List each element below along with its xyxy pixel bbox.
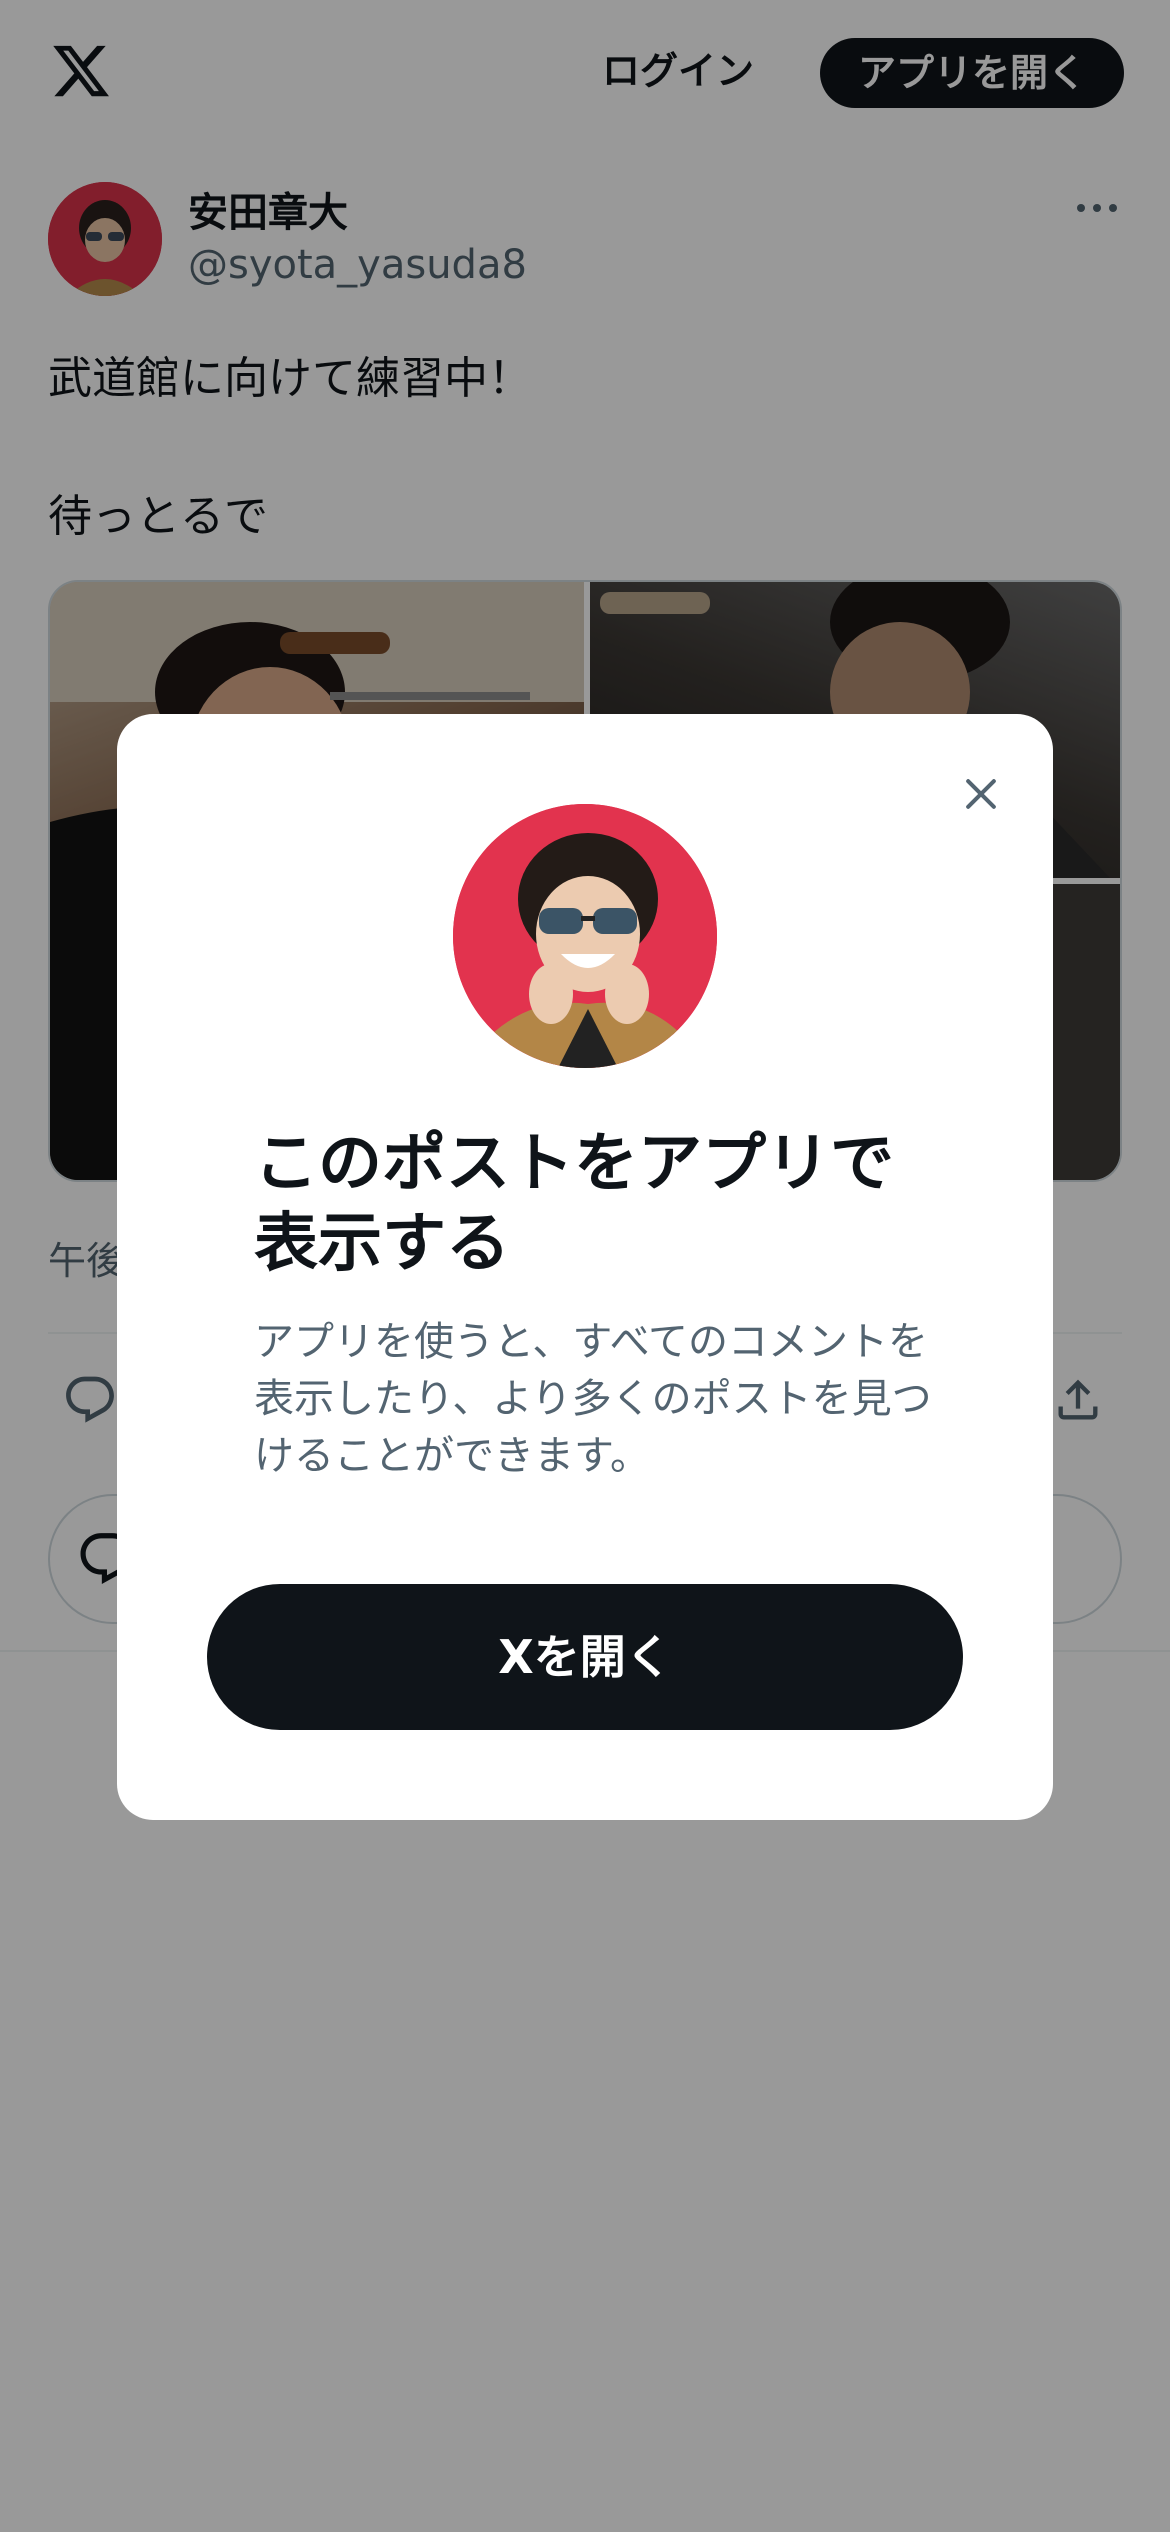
- close-icon: [966, 779, 996, 809]
- open-x-button[interactable]: Xを開く: [207, 1584, 963, 1730]
- author-avatar-large: [453, 804, 717, 1068]
- open-in-app-modal: このポストをアプリで表示する アプリを使うと、すべてのコメントを表示したり、より…: [117, 714, 1053, 1820]
- close-button[interactable]: [947, 760, 1015, 828]
- modal-title: このポストをアプリで表示する: [254, 1127, 894, 1281]
- modal-description: アプリを使うと、すべてのコメントを表示したり、より多くのポストを見つけることがで…: [254, 1319, 932, 1479]
- page: ログイン アプリを開く 安田章大 @syota_yasuda8 武道館に向けて練…: [0, 0, 1170, 2532]
